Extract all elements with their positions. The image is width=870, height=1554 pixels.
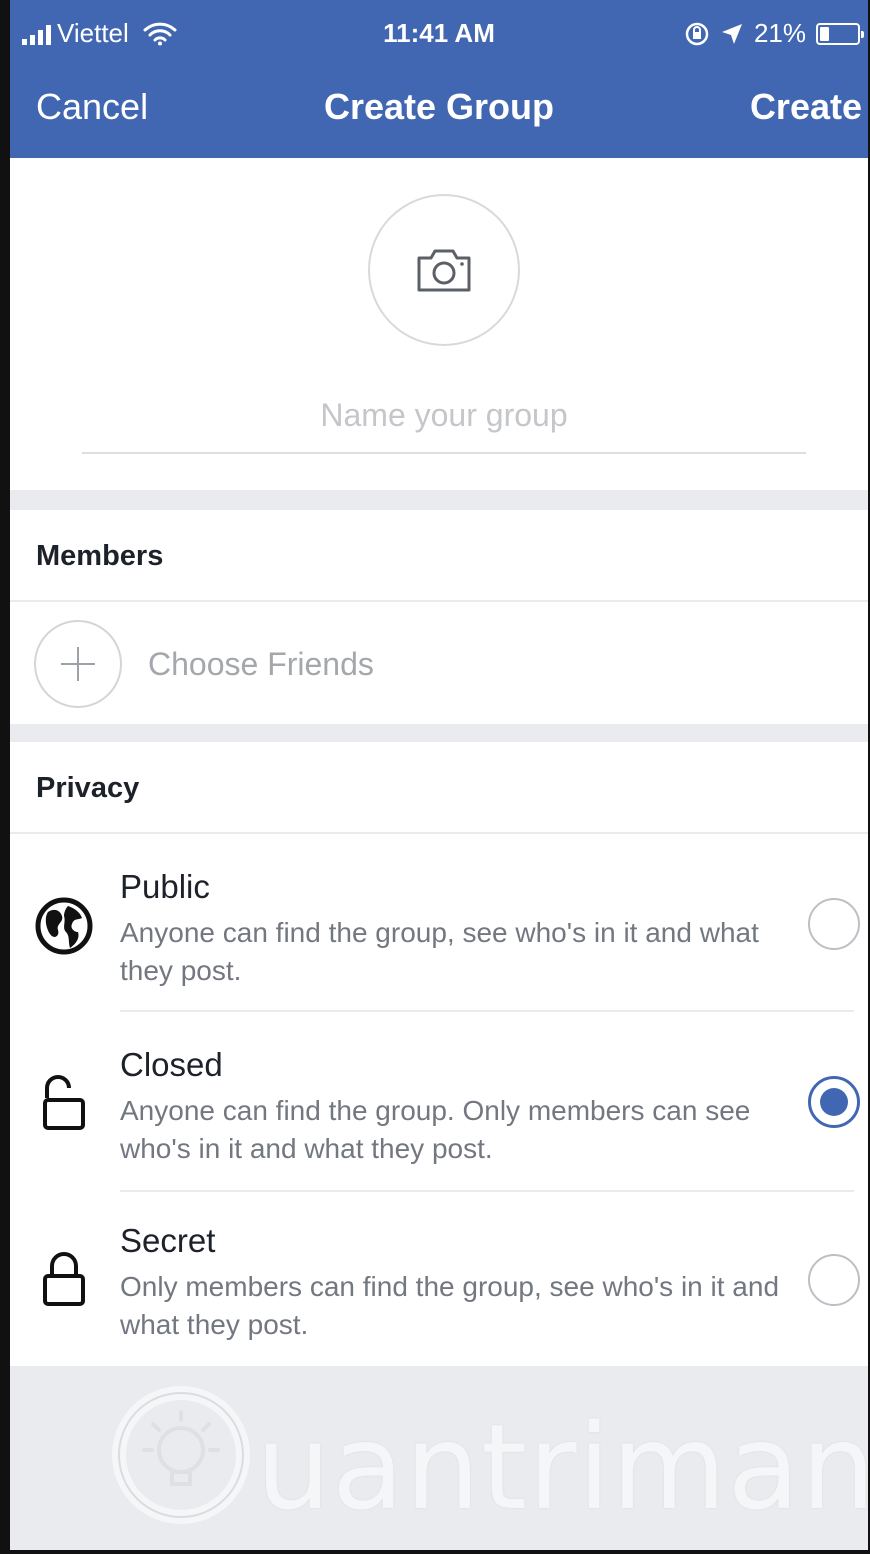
members-heading: Members	[36, 540, 164, 572]
watermark: uantrimang	[106, 1380, 868, 1536]
privacy-option-secret[interactable]: Secret Only members can find the group, …	[10, 1192, 868, 1370]
bottom-empty-area: uantrimang	[10, 1366, 868, 1550]
nav-bar: Cancel Create Group Create	[10, 76, 868, 140]
camera-icon	[417, 249, 471, 292]
option-title: Closed	[120, 1046, 223, 1083]
option-title: Secret	[120, 1222, 216, 1259]
app-header: Viettel 11:41 AM 21% Cancel Create Group…	[10, 0, 868, 158]
create-button[interactable]: Create	[750, 86, 862, 128]
screen: Viettel 11:41 AM 21% Cancel Create Group…	[0, 0, 870, 1554]
option-title: Public	[120, 868, 210, 905]
group-name-input[interactable]	[82, 378, 806, 454]
privacy-heading: Privacy	[36, 772, 140, 804]
section-separator	[10, 724, 868, 742]
radio-closed[interactable]	[808, 1076, 860, 1128]
choose-friends-label: Choose Friends	[148, 646, 374, 682]
privacy-option-closed[interactable]: Closed Anyone can find the group. Only m…	[10, 1012, 868, 1190]
unlocked-padlock-icon	[34, 1072, 94, 1132]
battery-icon	[816, 22, 864, 45]
plus-icon	[34, 620, 122, 708]
locked-padlock-icon	[34, 1248, 94, 1308]
radio-secret[interactable]	[808, 1254, 860, 1306]
option-description: Anyone can find the group, see who's in …	[120, 917, 759, 986]
option-description: Only members can find the group, see who…	[120, 1271, 780, 1340]
status-right: 21%	[684, 18, 864, 49]
location-arrow-icon	[721, 23, 742, 44]
lightbulb-logo-icon	[112, 1386, 250, 1524]
option-description: Anyone can find the group. Only members …	[120, 1095, 751, 1164]
choose-friends-row[interactable]: Choose Friends	[10, 602, 868, 724]
orientation-lock-icon	[685, 22, 709, 45]
status-bar: Viettel 11:41 AM 21%	[10, 0, 868, 66]
section-separator	[10, 490, 868, 510]
privacy-option-public[interactable]: Public Anyone can find the group, see wh…	[10, 834, 868, 1012]
page-title: Create Group	[323, 86, 555, 127]
battery-percent: 21%	[753, 18, 806, 48]
add-group-photo-button[interactable]	[368, 194, 520, 346]
watermark-text: uantrimang	[256, 1398, 870, 1536]
globe-icon	[34, 896, 94, 956]
radio-public[interactable]	[808, 898, 860, 950]
